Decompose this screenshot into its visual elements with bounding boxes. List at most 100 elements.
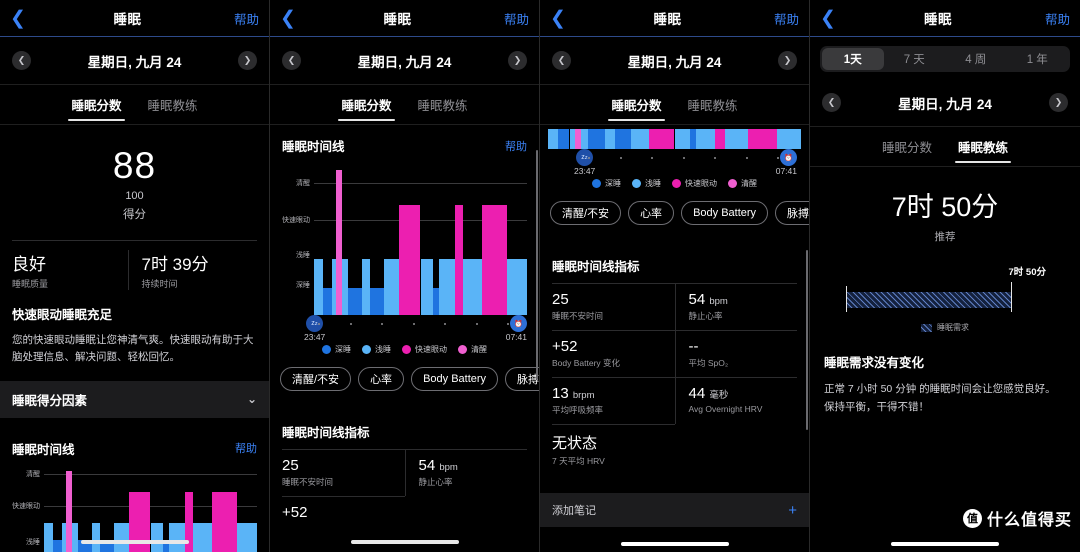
help-link[interactable]: 帮助 <box>1030 9 1070 28</box>
prev-day-button[interactable]: ❮ <box>822 93 841 112</box>
metric-unit: brpm <box>572 390 595 401</box>
sleep-stage-block <box>725 129 748 149</box>
back-chevron-icon[interactable]: ❮ <box>280 9 306 28</box>
back-chevron-icon[interactable]: ❮ <box>10 9 36 28</box>
chip-awake-restless[interactable]: 清醒/不安 <box>550 201 622 225</box>
metrics-grid-p2: 25 睡眠不安时间 54 bpm 静止心率 +52 <box>270 449 539 537</box>
legend-item-light: 浅睡 <box>362 344 391 355</box>
scroll-indicator[interactable] <box>350 540 459 544</box>
ylabel-awake: 清醒 <box>26 470 40 478</box>
timeline-section-header: 睡眠时间线 帮助 <box>270 125 539 163</box>
prev-day-button[interactable]: ❮ <box>552 51 571 70</box>
add-note-label: 添加笔记 <box>552 505 596 517</box>
chip-body-battery[interactable]: Body Battery <box>681 201 769 225</box>
sleep-timeline-chart-p2: 清醒 快速眼动 浅睡 深睡 <box>270 163 539 315</box>
back-chevron-icon[interactable]: ❮ <box>550 9 576 28</box>
current-date: 星期日, 九月 24 <box>627 54 722 70</box>
watermark-badge: 值 <box>962 508 982 528</box>
metric-cell: +52 Body Battery 变化 <box>552 330 675 377</box>
tab-sleep-coach[interactable]: 睡眠教练 <box>418 95 468 121</box>
sleep-stage-bar <box>150 522 164 552</box>
sleep-stage-bar <box>168 522 185 552</box>
timeline-help-link[interactable]: 帮助 <box>235 440 257 456</box>
chip-awake-restless[interactable]: 清醒/不安 <box>280 367 352 391</box>
next-day-button[interactable]: ❯ <box>238 51 257 70</box>
sleep-duration-label: 持续时间 <box>141 279 178 289</box>
next-day-button[interactable]: ❯ <box>508 51 527 70</box>
vertical-scrollbar[interactable] <box>806 250 808 430</box>
sleep-score-factors-row[interactable]: 睡眠得分因素 ⌄ <box>0 380 269 418</box>
bar-end-tick <box>1011 282 1012 312</box>
prev-day-button[interactable]: ❮ <box>282 51 301 70</box>
axis-start-time: 23:47 <box>304 332 326 342</box>
ylabel-awake: 清醒 <box>296 180 310 187</box>
tab-sleep-score[interactable]: 睡眠分数 <box>882 137 932 163</box>
range-option-1year[interactable]: 1 年 <box>1007 48 1069 70</box>
metrics-grid-p3: 25 睡眠不安时间 54 bpm 静止心率 +52 Body Battery 变… <box>540 283 809 483</box>
sleep-stage-bar <box>420 258 434 315</box>
ylabel-rem: 快速眼动 <box>12 502 40 510</box>
legend-label-awake: 清醒 <box>471 345 487 354</box>
page-title: 睡眠 <box>113 12 142 27</box>
back-chevron-icon[interactable]: ❮ <box>820 9 846 28</box>
scroll-indicator[interactable] <box>80 540 189 544</box>
range-option-1day[interactable]: 1天 <box>822 48 884 70</box>
chip-heart-rate[interactable]: 心率 <box>628 201 675 225</box>
sleep-stage-block <box>604 129 616 149</box>
tab-sleep-score[interactable]: 睡眠分数 <box>68 95 125 121</box>
chip-pulse-ox[interactable]: 脉搏 <box>505 367 539 391</box>
ylabel-deep: 深睡 <box>296 282 310 289</box>
sleep-stage-bar <box>236 522 257 552</box>
tab-sleep-score[interactable]: 睡眠分数 <box>608 95 665 121</box>
metric-unit: bpm <box>709 296 728 307</box>
timeline-title: 睡眠时间线 <box>12 442 75 457</box>
timeline-section-header: 睡眠时间线 帮助 <box>0 428 269 466</box>
watermark-text: 什么值得买 <box>986 512 1072 529</box>
metric-cell: 13 brpm 平均呼吸频率 <box>552 377 675 424</box>
chip-pulse-ox[interactable]: 脉搏 <box>775 201 809 225</box>
vertical-scrollbar[interactable] <box>536 150 538 380</box>
sleep-stage-block <box>558 129 570 149</box>
help-link[interactable]: 帮助 <box>489 9 529 28</box>
tab-sleep-coach[interactable]: 睡眠教练 <box>954 137 1012 163</box>
chip-body-battery[interactable]: Body Battery <box>411 367 499 391</box>
nav-bar: ❮ 睡眠 帮助 <box>0 0 269 37</box>
panel-sleep-score: ❮ 睡眠 帮助 ❮ 星期日, 九月 24 ❯ 睡眠分数 睡眠教练 88 100 … <box>0 0 270 552</box>
legend-item-deep: 深睡 <box>322 344 351 355</box>
panel-sleep-timeline: ❮ 睡眠 帮助 ❮ 星期日, 九月 24 ❯ 睡眠分数 睡眠教练 睡眠时间线 帮… <box>270 0 540 552</box>
date-selector: ❮ 星期日, 九月 24 ❯ <box>810 79 1080 127</box>
legend-swatch-light <box>362 345 371 354</box>
metric-label: 平均呼吸频率 <box>552 405 604 415</box>
ylabel-light: 浅睡 <box>26 538 40 546</box>
range-option-4weeks[interactable]: 4 周 <box>945 48 1007 70</box>
tab-sleep-coach[interactable]: 睡眠教练 <box>148 95 198 121</box>
legend-label-rem: 快速眼动 <box>685 179 717 188</box>
metrics-section-header: 睡眠时间线指标 <box>540 245 809 283</box>
metric-value: 44 毫秒 <box>689 385 798 402</box>
axis-end-time: 07:41 <box>505 332 527 342</box>
chip-heart-rate[interactable]: 心率 <box>358 367 405 391</box>
metric-value: -- <box>688 338 699 355</box>
plus-icon[interactable]: + <box>788 502 797 519</box>
sleep-stage-block <box>615 129 632 149</box>
add-note-row[interactable]: 添加笔记 + <box>540 493 809 527</box>
section-gap <box>270 401 539 411</box>
tab-sleep-score[interactable]: 睡眠分数 <box>338 95 395 121</box>
timeline-help-link[interactable]: 帮助 <box>505 138 527 154</box>
next-day-button[interactable]: ❯ <box>1049 93 1068 112</box>
insight-heading: 快速眼动睡眠充足 <box>12 308 113 322</box>
panel-sleep-coach: ❮ 睡眠 帮助 1天 7 天 4 周 1 年 ❮ 星期日, 九月 24 ❯ 睡眠… <box>810 0 1080 552</box>
sleep-stage-bar <box>482 205 507 315</box>
page-title: 睡眠 <box>383 12 412 27</box>
nav-bar: ❮ 睡眠 帮助 <box>270 0 539 37</box>
range-option-7days[interactable]: 7 天 <box>884 48 946 70</box>
help-link[interactable]: 帮助 <box>219 9 259 28</box>
help-link[interactable]: 帮助 <box>759 9 799 28</box>
tab-sleep-coach[interactable]: 睡眠教练 <box>688 95 738 121</box>
sleep-stage-bar <box>193 522 213 552</box>
metric-label: 静止心率 <box>688 311 723 321</box>
prev-day-button[interactable]: ❮ <box>12 51 31 70</box>
next-day-button[interactable]: ❯ <box>778 51 797 70</box>
sleep-stage-block <box>631 129 650 149</box>
section-gap <box>540 483 809 493</box>
